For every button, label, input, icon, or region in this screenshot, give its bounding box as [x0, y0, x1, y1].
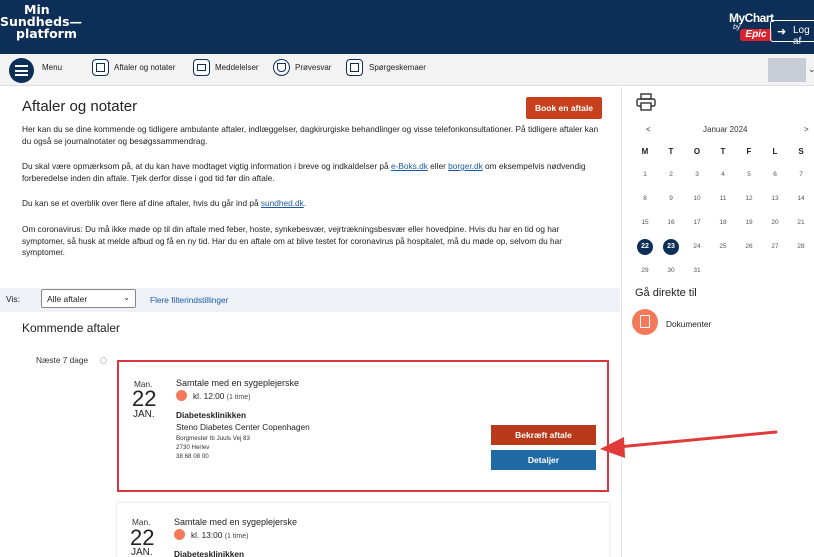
- confirm-appointment-button[interactable]: Bekræft aftale: [491, 425, 596, 445]
- calendar-day[interactable]: 10: [687, 195, 707, 202]
- appointment-card[interactable]: Man. 22 JAN. Samtale med en sygeplejersk…: [117, 503, 609, 557]
- printer-icon[interactable]: [636, 93, 656, 111]
- calendar-day[interactable]: 26: [739, 243, 759, 250]
- nav-item-test-results[interactable]: Prøvesvar: [295, 63, 331, 72]
- calendar-day[interactable]: 20: [765, 219, 785, 226]
- details-button[interactable]: Detaljer: [491, 450, 596, 470]
- mychart-logo: MyChart byEpic: [729, 11, 774, 41]
- calendar-day[interactable]: 2: [661, 171, 681, 178]
- calendar-day[interactable]: 1: [635, 171, 655, 178]
- filter-label: Vis:: [6, 294, 21, 304]
- intro-text: Her kan du se dine kommende og tidligere…: [22, 124, 599, 146]
- goto-title: Gå direkte til: [635, 287, 697, 299]
- sundhed-link[interactable]: sundhed.dk: [261, 198, 304, 208]
- calendar-day[interactable]: 19: [739, 219, 759, 226]
- calendar-day[interactable]: 3: [687, 171, 707, 178]
- calendar-day[interactable]: 11: [713, 195, 733, 202]
- calendar-next-button[interactable]: >: [804, 125, 809, 134]
- book-appointment-button[interactable]: Book en aftale: [526, 97, 602, 119]
- calendar-day[interactable]: 13: [765, 195, 785, 202]
- top-header: Min Sundheds— platform MyChart byEpic ➜ …: [0, 0, 814, 54]
- chevron-down-icon[interactable]: ⌄: [808, 64, 814, 75]
- calendar-day[interactable]: 21: [791, 219, 811, 226]
- appointment-time: kl. 13:00 (1 time): [191, 530, 249, 540]
- nav-item-messages[interactable]: Meddelelser: [215, 63, 259, 72]
- clock-icon: [176, 390, 187, 401]
- main-nav: Menu Aftaler og notater Meddelelser Prøv…: [0, 54, 814, 86]
- envelope-icon: [193, 59, 210, 76]
- appointment-title: Samtale med en sygeplejerske: [176, 378, 300, 388]
- document-icon[interactable]: [632, 309, 658, 335]
- borger-link[interactable]: borger.dk: [448, 161, 483, 171]
- calendar-day[interactable]: 29: [635, 267, 655, 274]
- appointment-title: Samtale med en sygeplejerske: [174, 517, 298, 527]
- calendar-prev-button[interactable]: <: [646, 125, 651, 134]
- calendar-day[interactable]: 30: [661, 267, 681, 274]
- calendar-day[interactable]: 15: [635, 219, 655, 226]
- calendar-weekday: O: [693, 147, 701, 156]
- calendar-day[interactable]: 16: [661, 219, 681, 226]
- address-line2: 2730 Herlev: [176, 444, 210, 451]
- calendar-weekday: S: [798, 147, 804, 156]
- timeline-label: Næste 7 dage: [36, 355, 89, 365]
- calendar-notes-icon: [92, 59, 109, 76]
- menu-label[interactable]: Menu: [42, 63, 62, 72]
- calendar-day[interactable]: 22: [635, 243, 655, 250]
- address-line1: Borgmester Ib Juuls Vej 83: [176, 435, 250, 442]
- more-filters-link[interactable]: Flere filterindstillinger: [150, 295, 228, 305]
- documents-link[interactable]: Dokumenter: [666, 319, 711, 329]
- avatar[interactable]: [768, 58, 806, 82]
- calendar-day[interactable]: 8: [635, 195, 655, 202]
- calendar-day[interactable]: 28: [791, 243, 811, 250]
- epic-logo: Epic: [740, 29, 772, 41]
- calendar-day[interactable]: 12: [739, 195, 759, 202]
- calendar-day[interactable]: 7: [791, 171, 811, 178]
- calendar-day[interactable]: 24: [687, 243, 707, 250]
- calendar-day[interactable]: 6: [765, 171, 785, 178]
- appointment-time: kl. 12:00 (1 time): [193, 391, 251, 401]
- eboks-link[interactable]: e-Boks.dk: [391, 161, 428, 171]
- appointment-filter-select[interactable]: Alle aftaler ⌄: [41, 289, 136, 308]
- timeline-dot: [100, 357, 107, 364]
- info-text: Du skal være opmærksom på, at du kan hav…: [22, 161, 586, 183]
- calendar-day[interactable]: 25: [713, 243, 733, 250]
- calendar-day[interactable]: 23: [661, 243, 681, 250]
- calendar-day[interactable]: 4: [713, 171, 733, 178]
- calendar-weekday: L: [772, 147, 778, 156]
- clinic-name: Diabetesklinikken: [176, 410, 247, 420]
- logout-button[interactable]: ➜ Log af: [770, 20, 814, 47]
- site-logo[interactable]: Min Sundheds— platform: [0, 3, 105, 40]
- appointment-card[interactable]: Man. 22 JAN. Samtale med en sygeplejersk…: [117, 360, 609, 492]
- phone-number: 38 68 08 00: [176, 453, 209, 460]
- calendar-weekday: T: [720, 147, 726, 156]
- calendar-month: Januar 2024: [703, 125, 748, 134]
- nav-item-appointments[interactable]: Aftaler og notater: [114, 63, 175, 72]
- checklist-icon: [346, 59, 363, 76]
- calendar-day[interactable]: 31: [687, 267, 707, 274]
- coronavirus-text: Om coronavirus: Du må ikke møde op til d…: [22, 224, 563, 257]
- calendar-weekday: F: [746, 147, 752, 156]
- nav-item-questionnaires[interactable]: Spørgeskemaer: [369, 63, 426, 72]
- calendar-day[interactable]: 5: [739, 171, 759, 178]
- calendar-day[interactable]: 9: [661, 195, 681, 202]
- upcoming-title: Kommende aftaler: [22, 321, 121, 335]
- right-sidebar: < Januar 2024 > M T O T F L S 1 2 3 4 5 6 7 8 9 10 11 12 13…: [621, 87, 814, 557]
- calendar-day[interactable]: 18: [713, 219, 733, 226]
- calendar-weekday: T: [668, 147, 674, 156]
- center-name: Steno Diabetes Center Copenhagen: [176, 422, 310, 432]
- menu-icon[interactable]: [9, 58, 34, 83]
- clinic-name: Diabetesklinikken: [174, 549, 245, 557]
- chevron-down-icon: ⌄: [123, 293, 130, 302]
- flask-icon: [273, 59, 290, 76]
- filter-bar: Vis: Alle aftaler ⌄ Flere filterindstill…: [0, 288, 620, 312]
- logout-icon: ➜: [777, 26, 787, 38]
- calendar-day[interactable]: 17: [687, 219, 707, 226]
- calendar-day[interactable]: 14: [791, 195, 811, 202]
- calendar-day[interactable]: 27: [765, 243, 785, 250]
- overview-text: Du kan se et overblik over flere af dine…: [22, 198, 307, 208]
- calendar-weekday: M: [641, 147, 649, 156]
- page-title: Aftaler og notater: [22, 98, 138, 115]
- clock-icon: [174, 529, 185, 540]
